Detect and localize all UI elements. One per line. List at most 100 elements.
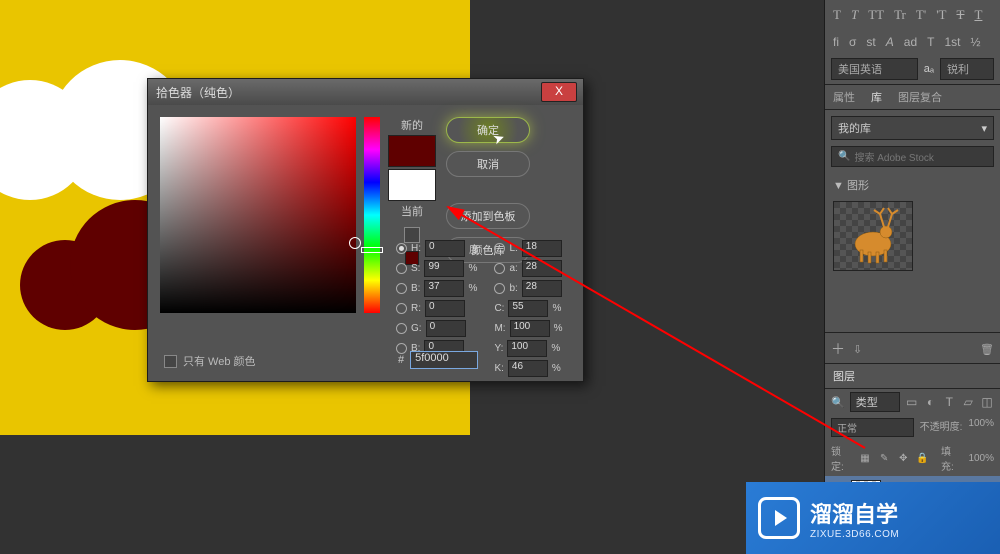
search-icon: 🔍 bbox=[838, 151, 850, 162]
filter-img-icon[interactable]: ▭ bbox=[905, 395, 919, 409]
web-only-checkbox[interactable]: 只有 Web 颜色 bbox=[164, 353, 256, 369]
library-thumbnail[interactable] bbox=[833, 201, 913, 271]
new-label: 新的 bbox=[401, 117, 423, 133]
type-opt[interactable]: 'T bbox=[936, 7, 946, 23]
dialog-title-text: 拾色器（纯色） bbox=[156, 84, 240, 101]
hex-row: # 5f0000 bbox=[398, 351, 478, 369]
play-icon bbox=[758, 497, 800, 539]
language-select[interactable]: 美国英语 bbox=[831, 58, 918, 80]
type-opt[interactable]: 1st bbox=[944, 35, 960, 49]
tab-library[interactable]: 库 bbox=[863, 85, 890, 109]
cursor-icon: ➤ bbox=[490, 129, 507, 149]
lock-trans-icon[interactable]: ▦ bbox=[858, 453, 871, 464]
g-input[interactable]: 0 bbox=[426, 320, 466, 337]
trash-icon[interactable]: 🗑 bbox=[980, 343, 994, 356]
right-panels: T T TT Tr T' 'T T T fi σ st A ad T 1st ½… bbox=[824, 0, 1000, 554]
blend-mode-select[interactable]: 正常 bbox=[831, 418, 914, 437]
type-options-row2[interactable]: fi σ st A ad T 1st ½ bbox=[825, 30, 1000, 54]
language-row: 美国英语 aₐ 锐利 bbox=[825, 54, 1000, 84]
type-opt[interactable]: TT bbox=[868, 7, 884, 23]
filter-type[interactable]: 类型 bbox=[850, 392, 900, 412]
current-color-swatch[interactable] bbox=[388, 169, 436, 201]
bucket-icon[interactable]: ⇩ bbox=[853, 343, 862, 356]
m-input[interactable]: 100 bbox=[510, 320, 550, 337]
b-input[interactable]: 37 bbox=[424, 280, 464, 297]
type-opt[interactable]: T bbox=[851, 7, 858, 23]
s-input[interactable]: 99 bbox=[424, 260, 464, 277]
radio-r[interactable] bbox=[396, 303, 407, 314]
type-opt[interactable]: T bbox=[927, 35, 934, 49]
filter-shape-icon[interactable]: ▱ bbox=[961, 395, 975, 409]
type-options-row1[interactable]: T T TT Tr T' 'T T T bbox=[825, 0, 1000, 30]
type-opt[interactable]: T bbox=[957, 7, 965, 23]
r-input[interactable]: 0 bbox=[425, 300, 465, 317]
add-swatch-button[interactable]: 添加到色板 bbox=[446, 203, 530, 229]
radio-a[interactable] bbox=[494, 263, 505, 274]
saturation-value-field[interactable] bbox=[160, 117, 356, 313]
k-input[interactable]: 46 bbox=[508, 360, 548, 377]
close-button[interactable]: X bbox=[541, 82, 577, 102]
watermark: 溜溜自学 ZIXUE.3D66.COM bbox=[746, 482, 1000, 554]
type-opt[interactable]: T bbox=[833, 7, 841, 23]
l-input[interactable]: 18 bbox=[522, 240, 562, 257]
radio-b[interactable] bbox=[396, 283, 407, 294]
search-input[interactable]: 🔍 搜索 Adobe Stock bbox=[831, 146, 994, 167]
hue-slider-handle[interactable] bbox=[361, 247, 383, 253]
h-input[interactable]: 0 bbox=[425, 240, 465, 257]
radio-g[interactable] bbox=[396, 323, 407, 334]
filter-smart-icon[interactable]: ◫ bbox=[980, 395, 994, 409]
ok-button[interactable]: 确定 ➤ bbox=[446, 117, 530, 143]
filter-type-icon[interactable]: T bbox=[942, 395, 956, 409]
type-opt[interactable]: ad bbox=[904, 35, 917, 49]
library-select[interactable]: 我的库 ▾ bbox=[831, 116, 994, 140]
filter-adj-icon[interactable]: ◐ bbox=[924, 395, 938, 409]
type-opt[interactable]: fi bbox=[833, 35, 839, 49]
opacity-label: 不透明度: bbox=[920, 418, 963, 437]
cancel-button[interactable]: 取消 bbox=[446, 151, 530, 177]
watermark-title: 溜溜自学 bbox=[810, 497, 899, 529]
fill-label: 填充: bbox=[941, 443, 962, 473]
type-opt[interactable]: T' bbox=[916, 7, 926, 23]
layers-tab[interactable]: 图层 bbox=[825, 363, 1000, 389]
type-opt[interactable]: ½ bbox=[970, 35, 980, 49]
section-graphics[interactable]: ▼ 图形 bbox=[825, 173, 1000, 197]
checkbox-icon[interactable] bbox=[164, 355, 177, 368]
color-picker-dialog: 拾色器（纯色） X 新的 当前 确定 ➤ 取消 添加到色板 颜色 bbox=[147, 78, 584, 382]
radio-s[interactable] bbox=[396, 263, 407, 274]
fill-value[interactable]: 100% bbox=[968, 453, 994, 464]
search-placeholder: 搜索 Adobe Stock bbox=[854, 149, 933, 164]
opacity-value[interactable]: 100% bbox=[968, 418, 994, 437]
type-opt[interactable]: σ bbox=[849, 35, 856, 49]
type-opt[interactable]: Tr bbox=[894, 7, 906, 23]
lab-b-input[interactable]: 28 bbox=[522, 280, 562, 297]
type-opt[interactable]: st bbox=[866, 35, 875, 49]
radio-bl[interactable] bbox=[494, 283, 505, 294]
blend-row: 正常 不透明度: 100% bbox=[825, 415, 1000, 440]
lock-pos-icon[interactable]: ✥ bbox=[897, 453, 910, 464]
y-input[interactable]: 100 bbox=[507, 340, 547, 357]
a-input[interactable]: 28 bbox=[522, 260, 562, 277]
dialog-titlebar[interactable]: 拾色器（纯色） X bbox=[148, 79, 583, 105]
hue-slider[interactable] bbox=[364, 117, 380, 313]
filter-icon[interactable]: 🔍 bbox=[831, 396, 845, 409]
library-label: 我的库 bbox=[838, 120, 871, 136]
new-color-swatch bbox=[388, 135, 436, 167]
layers-filter-row: 🔍 类型 ▭ ◐ T ▱ ◫ bbox=[825, 389, 1000, 415]
radio-l[interactable] bbox=[494, 243, 505, 254]
chevron-down-icon: ▾ bbox=[981, 122, 987, 135]
tab-layercomp[interactable]: 图层复合 bbox=[890, 85, 950, 109]
watermark-url: ZIXUE.3D66.COM bbox=[810, 529, 899, 540]
add-icon[interactable]: ＋ bbox=[831, 339, 845, 359]
current-label: 当前 bbox=[401, 203, 423, 219]
radio-h[interactable] bbox=[396, 243, 407, 254]
lock-all-icon[interactable]: 🔒 bbox=[916, 453, 929, 464]
tab-properties[interactable]: 属性 bbox=[825, 85, 863, 109]
type-opt[interactable]: T bbox=[974, 7, 982, 23]
type-opt[interactable]: A bbox=[886, 35, 894, 49]
antialias-select[interactable]: 锐利 bbox=[940, 58, 994, 80]
c-input[interactable]: 55 bbox=[508, 300, 548, 317]
panel-tabs: 属性 库 图层复合 bbox=[825, 84, 1000, 110]
lock-paint-icon[interactable]: ✎ bbox=[878, 453, 891, 464]
hex-input[interactable]: 5f0000 bbox=[410, 351, 478, 369]
web-only-label: 只有 Web 颜色 bbox=[183, 353, 256, 369]
